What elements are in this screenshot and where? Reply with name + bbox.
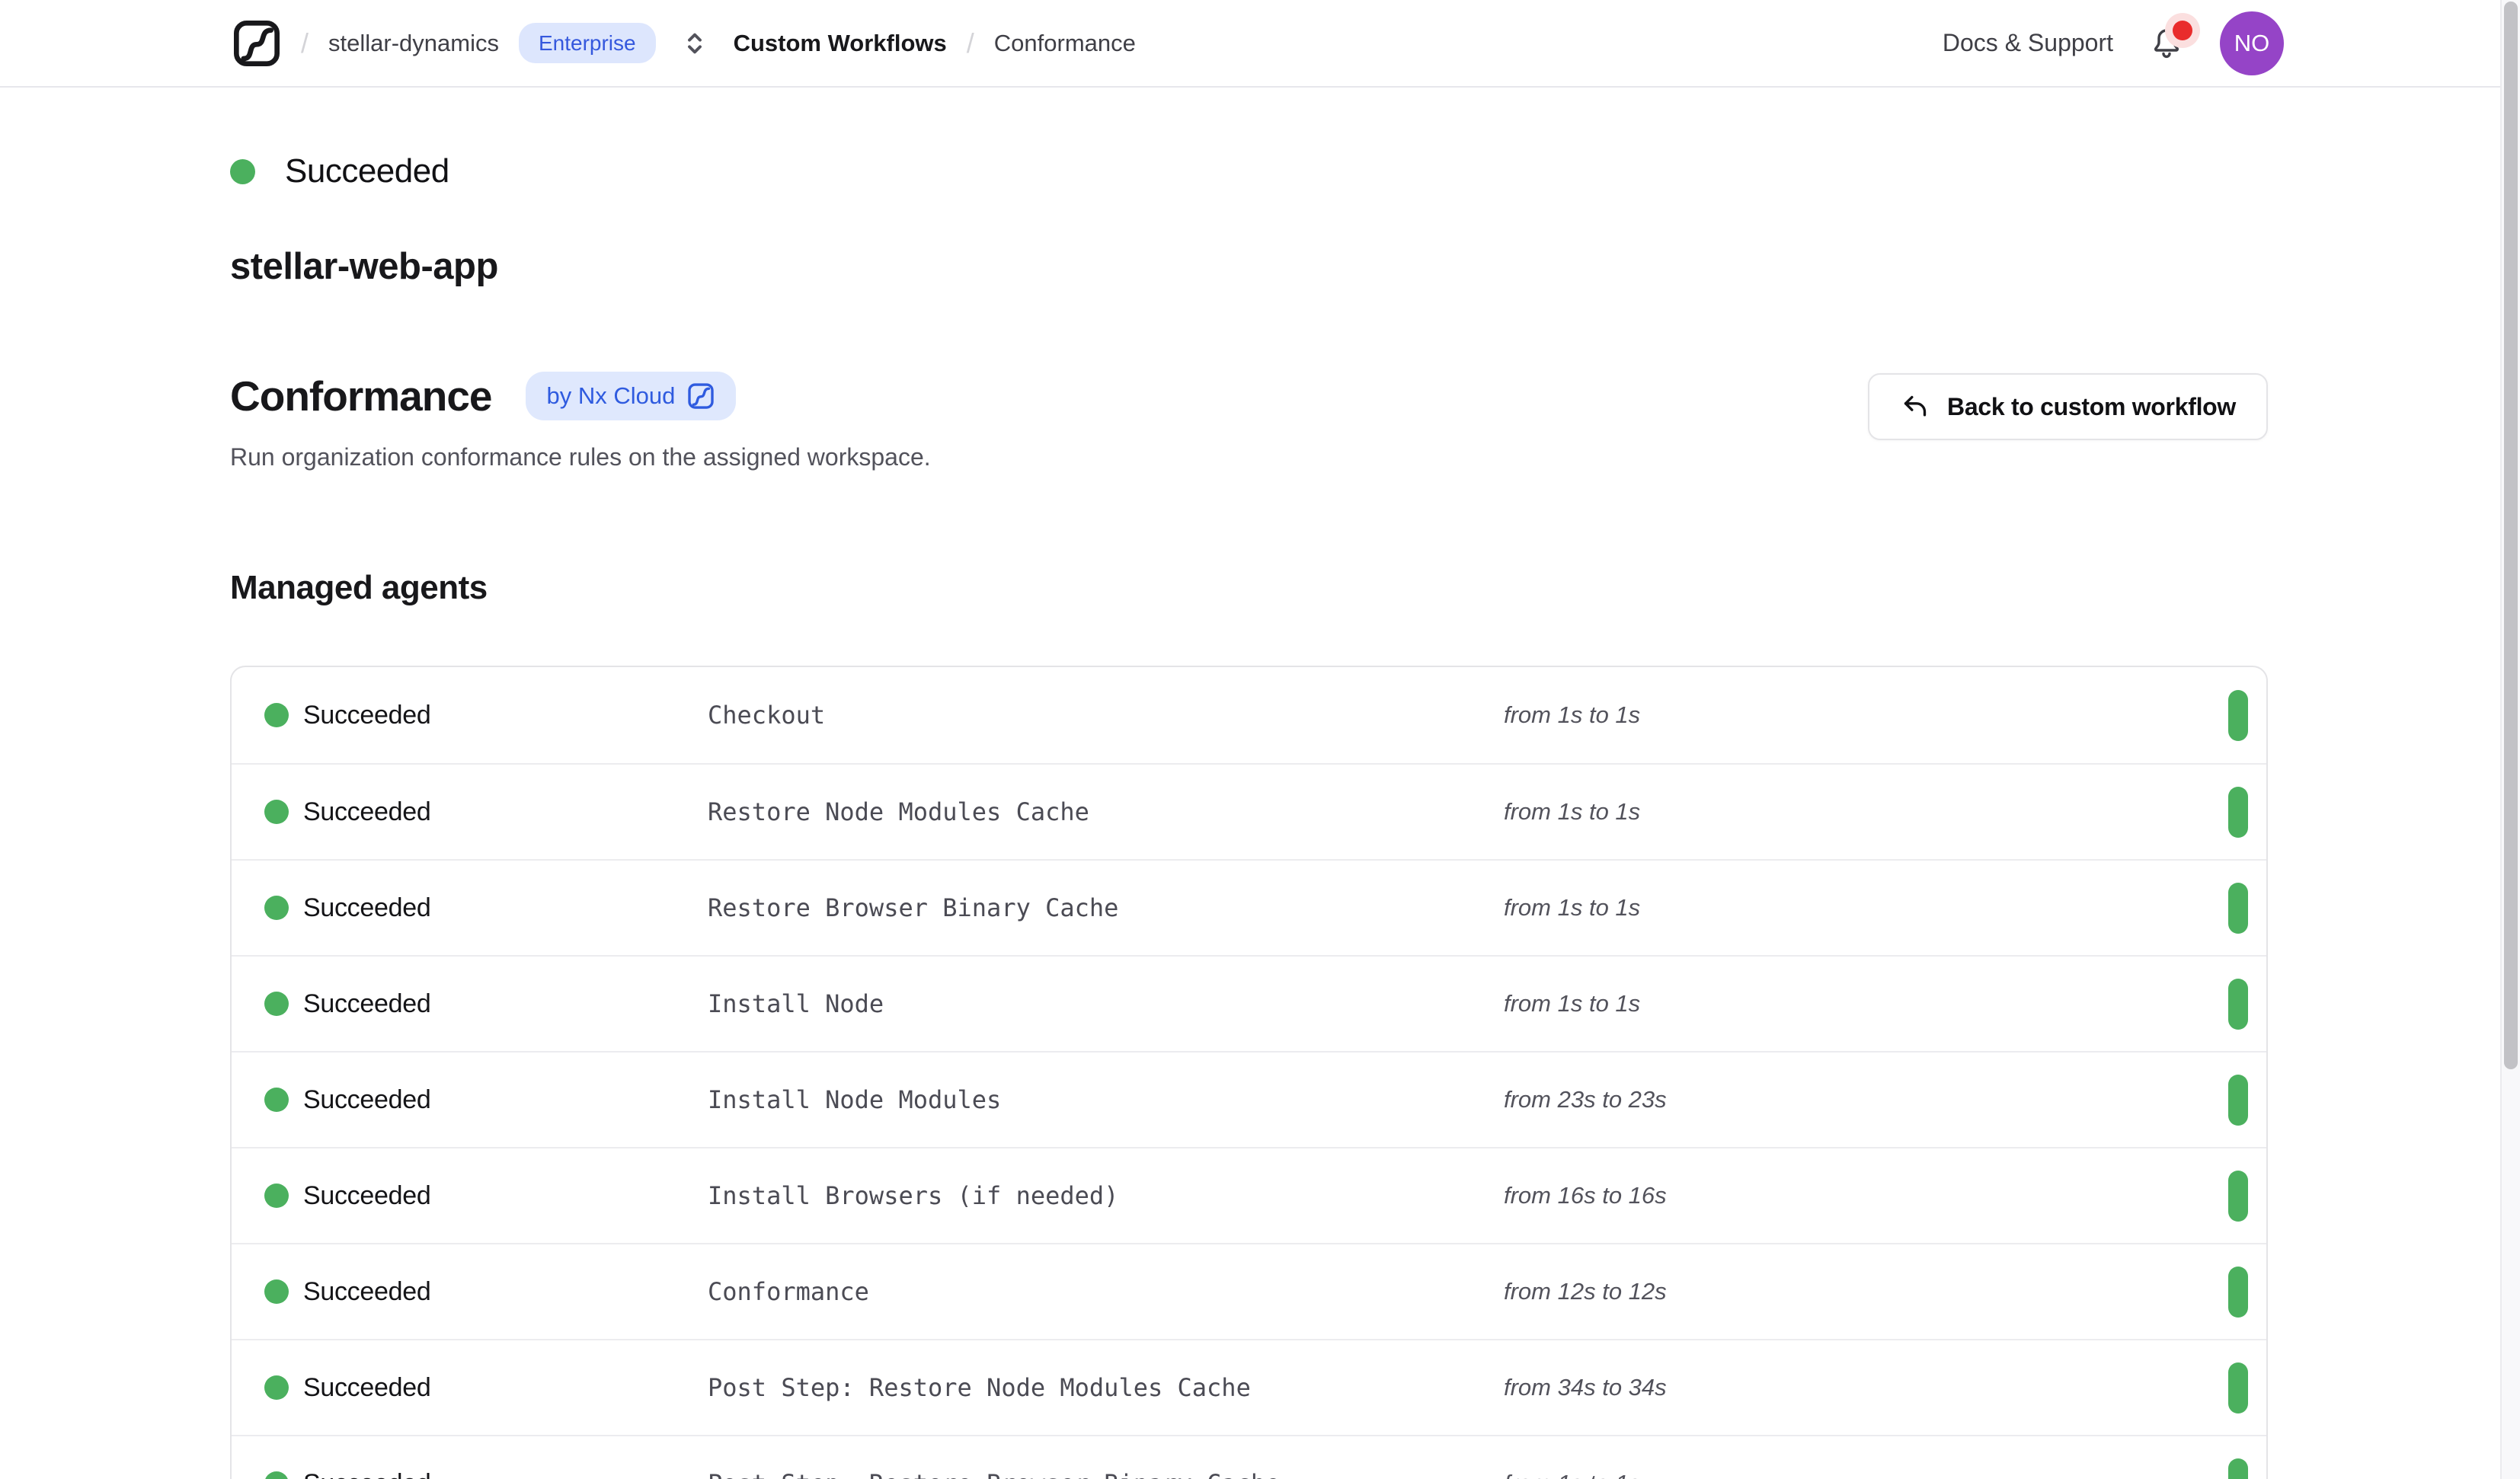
step-name: Conformance — [708, 1277, 1504, 1306]
step-name: Install Browsers (if needed) — [708, 1181, 1504, 1210]
nx-cloud-logo-icon[interactable] — [232, 19, 281, 68]
step-name: Restore Node Modules Cache — [708, 797, 1504, 826]
top-navbar: / stellar-dynamics Enterprise Custom Wor… — [0, 0, 2520, 88]
org-plan-badge: Enterprise — [519, 23, 656, 64]
step-status-label: Succeeded — [303, 1373, 430, 1403]
nx-logo-icon — [687, 382, 715, 410]
workflow-description: Run organization conformance rules on th… — [230, 443, 931, 471]
step-status: Succeeded — [264, 1277, 708, 1307]
duration-bar — [2228, 1171, 2248, 1222]
workflow-title: Conformance — [230, 372, 492, 420]
step-status: Succeeded — [264, 797, 708, 827]
step-name: Post Step: Restore Node Modules Cache — [708, 1373, 1504, 1402]
status-dot-icon — [264, 703, 289, 727]
step-time-range: from 1s to 1s — [1504, 990, 2228, 1017]
workspace-title: stellar-web-app — [230, 245, 2268, 288]
step-time-range: from 23s to 23s — [1504, 1086, 2228, 1113]
step-row[interactable]: Succeeded Install Browsers (if needed) f… — [232, 1147, 2266, 1243]
duration-bar — [2228, 1362, 2248, 1414]
status-dot-icon — [264, 1088, 289, 1112]
duration-bar — [2228, 690, 2248, 741]
back-button-label: Back to custom workflow — [1947, 393, 2236, 421]
step-time-range: from 34s to 34s — [1504, 1374, 2228, 1401]
step-time-range: from 1s to 1s — [1504, 798, 2228, 826]
duration-bar — [2228, 1267, 2248, 1318]
step-status: Succeeded — [264, 1085, 708, 1115]
step-row[interactable]: Succeeded Post Step: Restore Node Module… — [232, 1339, 2266, 1435]
step-time-range: from 16s to 16s — [1504, 1182, 2228, 1209]
docs-support-link[interactable]: Docs & Support — [1943, 29, 2113, 57]
undo-arrow-icon — [1900, 391, 1930, 422]
step-status-label: Succeeded — [303, 797, 430, 827]
status-dot-icon — [264, 1184, 289, 1208]
scrollbar-thumb[interactable] — [2504, 2, 2518, 1069]
step-status: Succeeded — [264, 701, 708, 730]
duration-bar — [2228, 1075, 2248, 1126]
status-dot-icon — [264, 1279, 289, 1304]
status-dot-icon — [264, 896, 289, 920]
step-name: Checkout — [708, 701, 1504, 730]
step-status: Succeeded — [264, 1181, 708, 1211]
duration-bar — [2228, 883, 2248, 934]
breadcrumb-section[interactable]: Custom Workflows — [734, 30, 947, 57]
main-content: Succeeded stellar-web-app Conformance by… — [0, 152, 2520, 1479]
breadcrumb-separator: / — [301, 27, 309, 59]
step-row[interactable]: Succeeded Restore Node Modules Cache fro… — [232, 763, 2266, 859]
step-name: Install Node — [708, 989, 1504, 1018]
notifications-button[interactable] — [2144, 21, 2189, 66]
steps-card: Succeeded Checkout from 1s to 1s Succeed… — [230, 666, 2268, 1479]
chevron-up-down-icon — [679, 27, 711, 59]
status-dot-icon — [264, 1375, 289, 1400]
managed-agents-heading: Managed agents — [230, 569, 2268, 607]
step-time-range: from 1s to 1s — [1504, 894, 2228, 922]
step-status-label: Succeeded — [303, 701, 430, 730]
step-name: Restore Browser Binary Cache — [708, 893, 1504, 922]
run-status-label: Succeeded — [285, 152, 449, 190]
breadcrumb-org[interactable]: stellar-dynamics — [328, 30, 499, 57]
workflow-header: Conformance by Nx Cloud Run organization… — [230, 372, 2268, 471]
step-row[interactable]: Succeeded Restore Browser Binary Cache f… — [232, 859, 2266, 955]
status-dot-icon — [264, 992, 289, 1016]
step-row[interactable]: Succeeded Install Node from 1s to 1s — [232, 955, 2266, 1051]
step-time-range: from 12s to 12s — [1504, 1278, 2228, 1305]
avatar[interactable]: NO — [2220, 11, 2284, 75]
breadcrumb-separator: / — [967, 27, 974, 59]
step-status: Succeeded — [264, 989, 708, 1019]
step-status: Succeeded — [264, 893, 708, 923]
breadcrumb: / stellar-dynamics Enterprise Custom Wor… — [232, 19, 1136, 68]
by-nx-cloud-badge[interactable]: by Nx Cloud — [526, 372, 737, 420]
step-time-range: from 1s to 1s — [1504, 1470, 2228, 1479]
step-status-label: Succeeded — [303, 893, 430, 923]
scrollbar[interactable] — [2500, 0, 2520, 1479]
step-status-label: Succeeded — [303, 989, 430, 1019]
step-row[interactable]: Succeeded Install Node Modules from 23s … — [232, 1051, 2266, 1147]
back-to-custom-workflow-button[interactable]: Back to custom workflow — [1868, 373, 2268, 440]
duration-bar — [2228, 787, 2248, 838]
status-dot-icon — [230, 159, 255, 184]
status-dot-icon — [264, 1471, 289, 1479]
status-dot-icon — [264, 800, 289, 824]
duration-bar — [2228, 1458, 2248, 1479]
org-switcher-button[interactable] — [676, 24, 714, 62]
workflow-title-block: Conformance by Nx Cloud Run organization… — [230, 372, 931, 471]
duration-bar — [2228, 979, 2248, 1030]
step-name: Install Node Modules — [708, 1085, 1504, 1114]
navbar-actions: Docs & Support NO — [1943, 11, 2284, 75]
step-row[interactable]: Succeeded Conformance from 12s to 12s — [232, 1243, 2266, 1339]
step-status: Succeeded — [264, 1469, 708, 1479]
by-nx-cloud-label: by Nx Cloud — [547, 382, 676, 410]
step-status-label: Succeeded — [303, 1085, 430, 1115]
step-row[interactable]: Succeeded Post Step: Restore Browser Bin… — [232, 1435, 2266, 1479]
step-status-label: Succeeded — [303, 1469, 430, 1479]
breadcrumb-page: Conformance — [994, 30, 1136, 57]
step-time-range: from 1s to 1s — [1504, 701, 2228, 729]
step-row[interactable]: Succeeded Checkout from 1s to 1s — [232, 667, 2266, 763]
step-status-label: Succeeded — [303, 1181, 430, 1211]
step-status: Succeeded — [264, 1373, 708, 1403]
step-status-label: Succeeded — [303, 1277, 430, 1307]
step-name: Post Step: Restore Browser Binary Cache — [708, 1469, 1504, 1479]
run-status: Succeeded — [230, 152, 2268, 190]
notification-dot — [2173, 21, 2192, 40]
